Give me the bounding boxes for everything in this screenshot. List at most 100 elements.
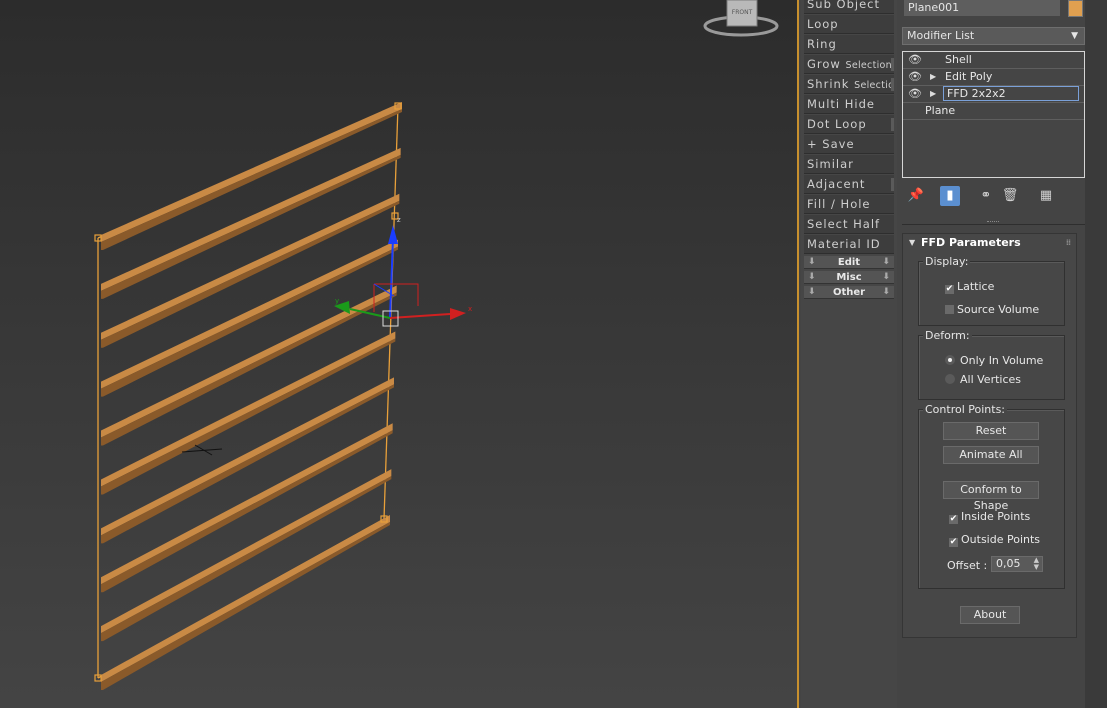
group-title: Control Points:	[923, 403, 1008, 416]
stack-item-shell[interactable]: 👁 Shell	[903, 52, 1084, 69]
graphite-item-label: Loop	[807, 17, 839, 31]
blind-slat[interactable]	[101, 515, 390, 682]
expand-arrow-icon[interactable]: ▶	[930, 86, 936, 102]
graphite-section-other[interactable]: ⬇ Other ⬇	[804, 286, 894, 299]
checkbox-checked-icon: ✔	[945, 284, 954, 294]
modifier-stack[interactable]: 👁 Shell 👁 ▶ Edit Poly 👁 ▶ FFD 2x2x2 Plan…	[902, 51, 1085, 178]
ffd-lattice	[97, 105, 399, 679]
graphite-item-label: + Save	[807, 137, 855, 151]
graphite-item-sublabel: Selection	[854, 80, 894, 91]
spinner-arrows-icon[interactable]: ▲ ▼	[1034, 557, 1039, 571]
gizmo-y-label: y	[335, 297, 339, 305]
blind-slat-edge	[101, 109, 402, 250]
graphite-item-label: Adjacent	[807, 177, 866, 191]
eye-icon[interactable]: 👁	[908, 69, 924, 85]
pin-stack-icon[interactable]: 📌	[906, 186, 926, 206]
reset-button[interactable]: Reset	[943, 422, 1039, 440]
checkbox-checked-icon: ✔	[949, 514, 958, 524]
modifier-list-dropdown[interactable]: Modifier List ▼	[902, 27, 1085, 45]
gizmo-z-label: z	[397, 216, 401, 224]
rollout-header[interactable]: ▼ FFD Parameters ⁞⁞	[903, 234, 1076, 252]
graphite-item[interactable]: Material ID	[804, 235, 894, 254]
graphite-item[interactable]: Loop	[804, 15, 894, 34]
viewcube-label: FRONT	[732, 9, 753, 16]
graphite-item-label: Shrink	[807, 77, 850, 91]
stack-item-ffd[interactable]: 👁 ▶ FFD 2x2x2	[903, 86, 1084, 103]
group-title: Display:	[923, 255, 971, 268]
object-name-field[interactable]: Plane001	[904, 0, 1060, 16]
viewport-active-border	[797, 0, 799, 708]
graphite-item[interactable]: Multi Hide	[804, 95, 894, 114]
radio-selected-icon	[945, 355, 955, 365]
stack-item-edit-poly[interactable]: 👁 ▶ Edit Poly	[903, 69, 1084, 86]
collapse-arrow-icon: ▼	[909, 238, 916, 247]
eye-icon[interactable]: 👁	[908, 86, 924, 102]
remove-modifier-icon[interactable]: 🗑	[1000, 186, 1020, 206]
blind-slats	[101, 102, 402, 690]
graphite-section-edit[interactable]: ⬇ Edit ⬇	[804, 256, 894, 269]
make-unique-icon[interactable]: ⚭	[976, 186, 996, 206]
stack-item-label: Shell	[945, 53, 972, 66]
eye-icon[interactable]: 👁	[908, 52, 924, 68]
graphite-item-label: Similar	[807, 157, 854, 171]
graphite-item[interactable]: Sub Object	[804, 0, 894, 14]
graphite-item-label: Dot Loop	[807, 117, 867, 131]
gizmo-x-label: x	[468, 305, 472, 313]
graphite-item[interactable]: Dot Loop	[804, 115, 894, 134]
configure-modifier-sets-icon[interactable]: ▦	[1036, 186, 1056, 206]
inside-points-checkbox[interactable]: ✔ Inside Points	[949, 510, 1030, 524]
chevron-down-icon: ⬇	[808, 287, 816, 297]
flyout-handle-icon[interactable]	[891, 58, 894, 71]
only-in-volume-radio[interactable]: Only In Volume	[945, 354, 1043, 367]
graphite-item[interactable]: Grow Selection	[804, 55, 894, 74]
stack-toolbar: 📌 ▮ ⚭ 🗑 ▦	[902, 184, 1085, 208]
graphite-item[interactable]: Adjacent	[804, 175, 894, 194]
stack-item-label: FFD 2x2x2	[943, 86, 1079, 101]
divider	[902, 224, 1085, 225]
graphite-item[interactable]: + Save	[804, 135, 894, 154]
about-button[interactable]: About	[960, 606, 1020, 624]
section-label: Other	[832, 287, 866, 298]
chevron-down-icon: ▼	[1071, 31, 1078, 41]
expand-arrow-icon[interactable]: ▶	[930, 69, 936, 85]
all-vertices-radio[interactable]: All Vertices	[945, 373, 1021, 386]
outside-points-checkbox[interactable]: ✔ Outside Points	[949, 533, 1040, 547]
flyout-handle-icon[interactable]	[891, 118, 894, 131]
flyout-handle-icon[interactable]	[891, 178, 894, 191]
radio-unselected-icon	[945, 374, 955, 384]
stack-item-label: Edit Poly	[945, 70, 993, 83]
graphite-item-label: Material ID	[807, 237, 881, 251]
object-color-swatch[interactable]	[1068, 0, 1083, 17]
graphite-item[interactable]: Similar	[804, 155, 894, 174]
viewcube[interactable]: FRONT	[703, 0, 779, 37]
gizmo-x-axis[interactable]	[389, 313, 451, 319]
graphite-item-label: Ring	[807, 37, 837, 51]
group-title: Deform:	[923, 329, 972, 342]
ffd-parameters-rollout: ▼ FFD Parameters ⁞⁞ Display: ✔ Lattice So…	[902, 233, 1077, 638]
gizmo-x-arrow[interactable]	[450, 308, 466, 320]
gizmo-z-arrow[interactable]	[388, 225, 398, 244]
graphite-item[interactable]: Select Half	[804, 215, 894, 234]
graphite-item[interactable]: Shrink Selection	[804, 75, 894, 94]
offset-label: Offset :	[947, 559, 988, 572]
source-volume-checkbox[interactable]: Source Volume	[945, 303, 1039, 316]
graphite-item[interactable]: Fill / Hole	[804, 195, 894, 214]
offset-spinner[interactable]: 0,05 ▲ ▼	[991, 556, 1043, 572]
scene-canvas[interactable]: FRONT z x y	[0, 0, 797, 708]
graphite-item[interactable]: Ring	[804, 35, 894, 54]
checkbox-checked-icon: ✔	[949, 537, 958, 547]
animate-all-button[interactable]: Animate All	[943, 446, 1039, 464]
command-panel-scrollbar[interactable]	[1085, 0, 1107, 708]
conform-to-shape-button[interactable]: Conform to Shape	[943, 481, 1039, 512]
graphite-item-label: Multi Hide	[807, 97, 875, 111]
perspective-viewport[interactable]: FRONT z x y	[0, 0, 797, 708]
graphite-section-misc[interactable]: ⬇ Misc ⬇	[804, 271, 894, 284]
show-end-result-icon[interactable]: ▮	[940, 186, 960, 206]
drag-handle-icon[interactable]: ⁞⁞	[1066, 234, 1071, 252]
stack-item-plane[interactable]: Plane	[903, 103, 1084, 120]
graphite-item-label: Sub Object	[807, 0, 880, 11]
blind-slat[interactable]	[101, 469, 392, 634]
lattice-checkbox[interactable]: ✔ Lattice	[945, 280, 994, 294]
graphite-item-label: Grow	[807, 57, 841, 71]
flyout-handle-icon[interactable]	[891, 78, 894, 91]
